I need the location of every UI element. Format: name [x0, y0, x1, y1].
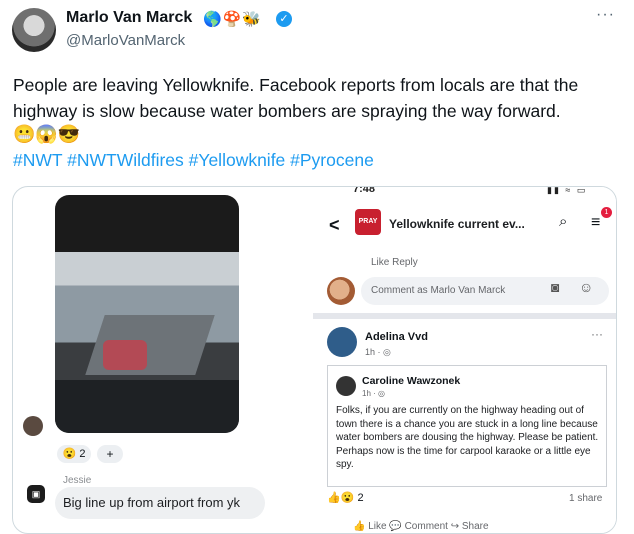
red-vehicle-shape [103, 340, 147, 370]
current-user-avatar [327, 277, 355, 305]
post-more-icon[interactable]: ··· [591, 327, 603, 341]
tweet-emojis: 😬😱😎 [13, 124, 81, 144]
facebook-screenshot: 7:48 ▮▮ ≈ ▭ < PRAY Yellowknife current e… [313, 187, 616, 533]
shared-post: Caroline Wawzonek 1h · ◎ Folks, if you a… [327, 365, 607, 487]
group-title[interactable]: Yellowknife current ev... [389, 217, 525, 231]
camera-icon[interactable]: ◙ [551, 279, 559, 295]
more-options-icon[interactable]: ··· [596, 6, 615, 24]
group-logo: PRAY [355, 209, 381, 235]
author-handle[interactable]: @MarloVanMarck [66, 32, 185, 49]
comment-placeholder: Comment as Marlo Van Marck [371, 285, 506, 296]
tweet-hashtags[interactable]: #NWT #NWTWildfires #Yellowknife #Pyrocen… [13, 150, 374, 171]
shared-author-name: Caroline Wawzonek [362, 375, 461, 387]
add-reaction-button[interactable]: + [97, 445, 123, 463]
bus-dashboard-shape [55, 380, 239, 433]
comment-text: Big line up from airport from yk [63, 495, 241, 510]
share-count: 1 share [569, 493, 603, 504]
post-time: 1h · ◎ [365, 347, 391, 357]
reaction-pill[interactable]: 😮 2 [57, 445, 91, 463]
shared-post-text: Folks, if you are currently on the highw… [336, 405, 599, 470]
author-emoji-badges: 🌎🍄🐝 [203, 11, 263, 28]
like-reply-links[interactable]: Like Reply [371, 257, 418, 268]
media-card[interactable]: 😮 2 + Jessie ▣ Big line up from airport … [12, 186, 617, 534]
shared-post-time: 1h · ◎ [362, 389, 385, 398]
search-icon[interactable]: ⌕ [559, 213, 567, 230]
status-icons: ▮▮ ≈ ▭ [547, 186, 588, 195]
tweet-text: People are leaving Yellowknife. Facebook… [13, 75, 579, 121]
commenter-name: Jessie [63, 475, 92, 486]
back-icon[interactable]: < [329, 215, 340, 236]
post-author-avatar [327, 327, 357, 357]
post-reactions: 👍😮 2 [327, 492, 364, 504]
status-time: 7:48 [353, 186, 376, 195]
section-divider [313, 313, 616, 319]
author-name[interactable]: Marlo Van Marck [66, 9, 192, 27]
reactor-avatar [23, 416, 43, 436]
author-avatar[interactable] [12, 8, 56, 52]
notification-badge: 1 [601, 207, 612, 218]
emoji-icon[interactable]: ☺ [579, 279, 593, 295]
commenter-avatar: ▣ [27, 485, 45, 503]
post-action-bar: 👍 Like 💬 Comment ↪ Share [353, 521, 489, 532]
menu-icon[interactable]: ≡ [591, 214, 600, 232]
post-author-name: Adelina Vvd [365, 331, 428, 343]
verified-check-icon: ✓ [276, 11, 292, 27]
shared-author-avatar [336, 376, 356, 396]
bus-photo[interactable] [55, 195, 239, 433]
